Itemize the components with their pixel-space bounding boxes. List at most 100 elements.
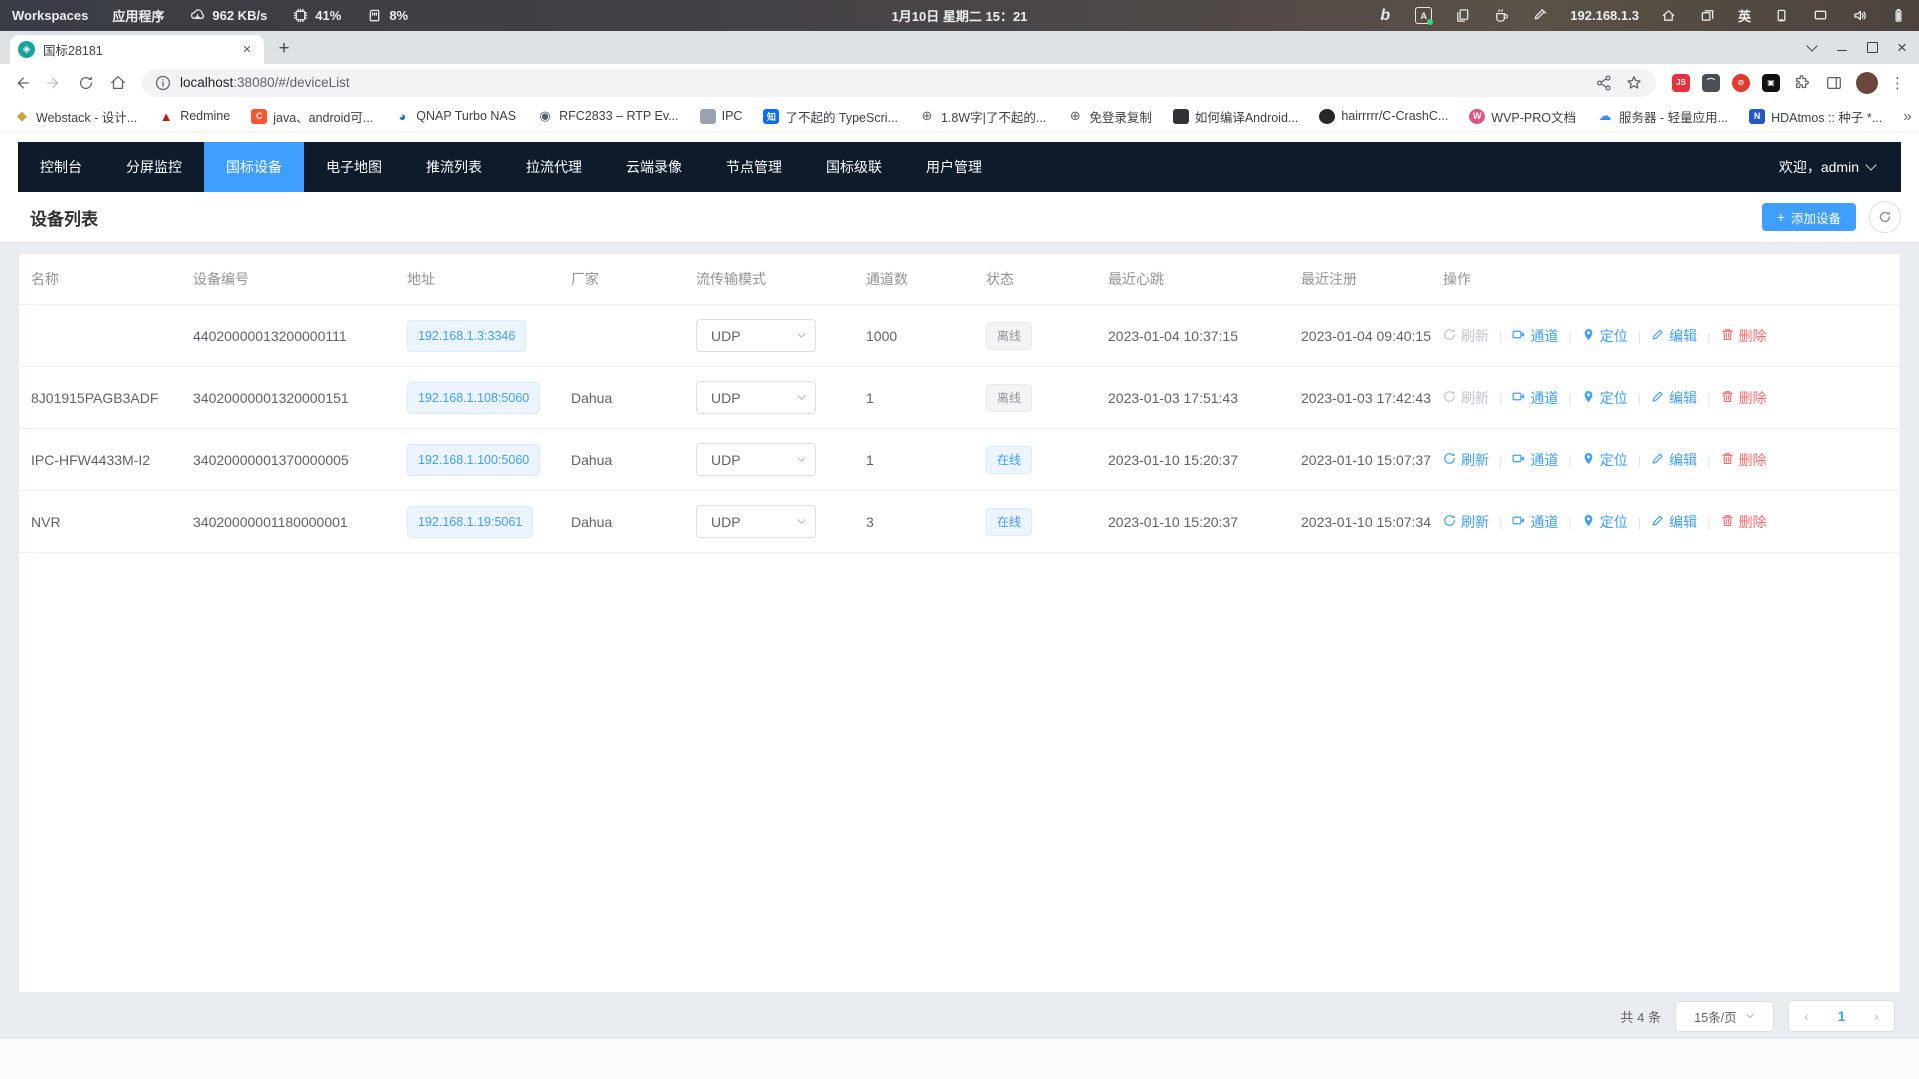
stream-mode-select[interactable]: UDP — [696, 381, 816, 414]
row-locate-action[interactable]: 定位 — [1582, 388, 1628, 408]
page-number-1[interactable]: 1 — [1824, 1008, 1859, 1024]
bookmark-item[interactable]: ◕QNAP Turbo NAS — [394, 108, 516, 124]
back-button[interactable] — [8, 69, 36, 97]
screenshot-extension-icon[interactable]: ▣ — [1762, 74, 1780, 92]
row-locate-action[interactable]: 定位 — [1582, 450, 1628, 470]
coffee-cup-icon[interactable] — [1492, 7, 1510, 25]
clipboard-copy-icon[interactable] — [1453, 7, 1471, 25]
row-edit-action[interactable]: 编辑 — [1651, 388, 1697, 408]
prev-page-button[interactable]: ‹ — [1789, 1008, 1824, 1024]
nav-item-5[interactable]: 推流列表 — [404, 142, 504, 192]
battery-icon[interactable] — [1889, 7, 1907, 25]
nav-item-8[interactable]: 节点管理 — [704, 142, 804, 192]
bookmarks-overflow-icon[interactable]: » — [1903, 108, 1911, 125]
share-icon[interactable] — [1594, 73, 1614, 93]
row-locate-action[interactable]: 定位 — [1582, 512, 1628, 532]
workspace-switcher-icon[interactable] — [1699, 7, 1717, 25]
bookmark-item[interactable]: Cjava、android可... — [251, 107, 373, 126]
user-menu-chevron-icon[interactable] — [1865, 159, 1876, 170]
row-channel-action[interactable]: 通道 — [1512, 326, 1558, 346]
screenshot-tool-icon[interactable]: A — [1415, 7, 1432, 24]
add-device-button[interactable]: +添加设备 — [1762, 203, 1856, 231]
bookmark-item[interactable]: ⊕1.8W字|了不起的... — [919, 107, 1046, 126]
tab-search-chevron-icon[interactable] — [1799, 35, 1825, 61]
bookmark-item[interactable]: ⊕免登录复制 — [1067, 107, 1152, 126]
row-edit-action[interactable]: 编辑 — [1651, 326, 1697, 346]
location-pin-icon — [1582, 452, 1595, 468]
nav-item-3[interactable]: 国标设备 — [204, 142, 304, 192]
row-channel-action[interactable]: 通道 — [1512, 512, 1558, 532]
phonelink-icon[interactable] — [1772, 7, 1790, 25]
nav-item-2[interactable]: 分屏监控 — [104, 142, 204, 192]
reload-button[interactable] — [72, 69, 100, 97]
bookmark-item[interactable]: ☁服务器 - 轻量应用... — [1597, 107, 1728, 126]
nav-item-7[interactable]: 云端录像 — [604, 142, 704, 192]
window-minimize-button[interactable] — [1829, 35, 1855, 61]
bookmark-item[interactable]: NHDAtmos :: 种子 *... — [1749, 107, 1882, 126]
proxy-extension-icon[interactable]: ⌒ — [1702, 74, 1720, 92]
row-locate-action[interactable]: 定位 — [1582, 326, 1628, 346]
tab-title: 国标28181 — [43, 40, 230, 59]
row-refresh-action[interactable]: 刷新 — [1443, 388, 1489, 408]
tab-close-icon[interactable]: × — [238, 41, 256, 59]
welcome-user[interactable]: 欢迎，admin — [1779, 157, 1859, 177]
adblock-extension-icon[interactable]: ⊘ — [1732, 74, 1750, 92]
address-bar[interactable]: localhost:38080/#/deviceList — [142, 69, 1656, 97]
nav-item-10[interactable]: 用户管理 — [904, 142, 1004, 192]
clock-date[interactable]: 1月10日 星期二 15：21 — [892, 6, 1028, 25]
js-extension-icon[interactable]: JS — [1672, 74, 1690, 92]
tray-ip-address[interactable]: 192.168.1.3 — [1570, 8, 1639, 23]
bookmark-item[interactable]: WWVP-PRO文档 — [1469, 107, 1576, 126]
webapp-region: 控制台分屏监控国标设备电子地图推流列表拉流代理云端录像节点管理国标级联用户管理 … — [0, 132, 1919, 192]
side-panel-icon[interactable] — [1824, 69, 1844, 97]
row-refresh-action[interactable]: 刷新 — [1443, 512, 1489, 532]
bing-tray-icon[interactable]: b — [1376, 7, 1394, 25]
profile-avatar[interactable] — [1856, 72, 1878, 94]
row-delete-action[interactable]: 删除 — [1721, 512, 1767, 532]
new-tab-button[interactable]: + — [270, 35, 298, 63]
stream-mode-select[interactable]: UDP — [696, 319, 816, 352]
home-tray-icon[interactable] — [1660, 7, 1678, 25]
row-delete-action[interactable]: 删除 — [1721, 388, 1767, 408]
volume-icon[interactable] — [1850, 7, 1868, 25]
bookmark-item[interactable]: hairrrrr/C-CrashC... — [1319, 109, 1448, 124]
stream-mode-select[interactable]: UDP — [696, 505, 816, 538]
row-refresh-action[interactable]: 刷新 — [1443, 450, 1489, 470]
bookmark-star-icon[interactable] — [1624, 73, 1644, 93]
browser-tab[interactable]: ◈ 国标28181 × — [10, 35, 264, 64]
applications-button[interactable]: 应用程序 — [112, 6, 164, 25]
workspaces-button[interactable]: Workspaces — [12, 8, 88, 23]
color-picker-icon[interactable] — [1531, 7, 1549, 25]
page-size-select[interactable]: 15条/页 — [1675, 1001, 1774, 1032]
row-delete-action[interactable]: 删除 — [1721, 450, 1767, 470]
bookmark-item[interactable]: IPC — [700, 109, 743, 124]
next-page-button[interactable]: › — [1859, 1008, 1894, 1024]
row-edit-action[interactable]: 编辑 — [1651, 512, 1697, 532]
window-close-button[interactable]: × — [1889, 35, 1915, 61]
nav-item-9[interactable]: 国标级联 — [804, 142, 904, 192]
bookmark-item[interactable]: 知了不起的 TypeScri... — [763, 107, 898, 126]
extensions-puzzle-icon[interactable] — [1792, 69, 1812, 97]
row-channel-action[interactable]: 通道 — [1512, 388, 1558, 408]
nav-item-1[interactable]: 控制台 — [18, 142, 104, 192]
bookmark-item[interactable]: ▲Redmine — [158, 108, 230, 124]
forward-button[interactable] — [40, 69, 68, 97]
col-device-id: 设备编号 — [181, 254, 395, 305]
site-info-icon[interactable] — [154, 74, 172, 92]
window-restore-button[interactable] — [1859, 35, 1885, 61]
row-delete-action[interactable]: 删除 — [1721, 326, 1767, 346]
stream-mode-select[interactable]: UDP — [696, 443, 816, 476]
browser-menu-icon[interactable]: ⋮ — [1890, 74, 1905, 92]
display-icon[interactable] — [1811, 7, 1829, 25]
bookmark-item[interactable]: ◉RFC2833 – RTP Ev... — [537, 108, 679, 124]
refresh-list-button[interactable] — [1869, 201, 1901, 233]
home-button[interactable] — [104, 69, 132, 97]
bookmark-item[interactable]: ◆Webstack - 设计... — [14, 107, 137, 126]
nav-item-4[interactable]: 电子地图 — [304, 142, 404, 192]
nav-item-6[interactable]: 拉流代理 — [504, 142, 604, 192]
row-refresh-action[interactable]: 刷新 — [1443, 326, 1489, 346]
bookmark-item[interactable]: 如何编译Android... — [1173, 107, 1299, 126]
input-language-indicator[interactable]: 英 — [1738, 6, 1751, 25]
row-channel-action[interactable]: 通道 — [1512, 450, 1558, 470]
row-edit-action[interactable]: 编辑 — [1651, 450, 1697, 470]
